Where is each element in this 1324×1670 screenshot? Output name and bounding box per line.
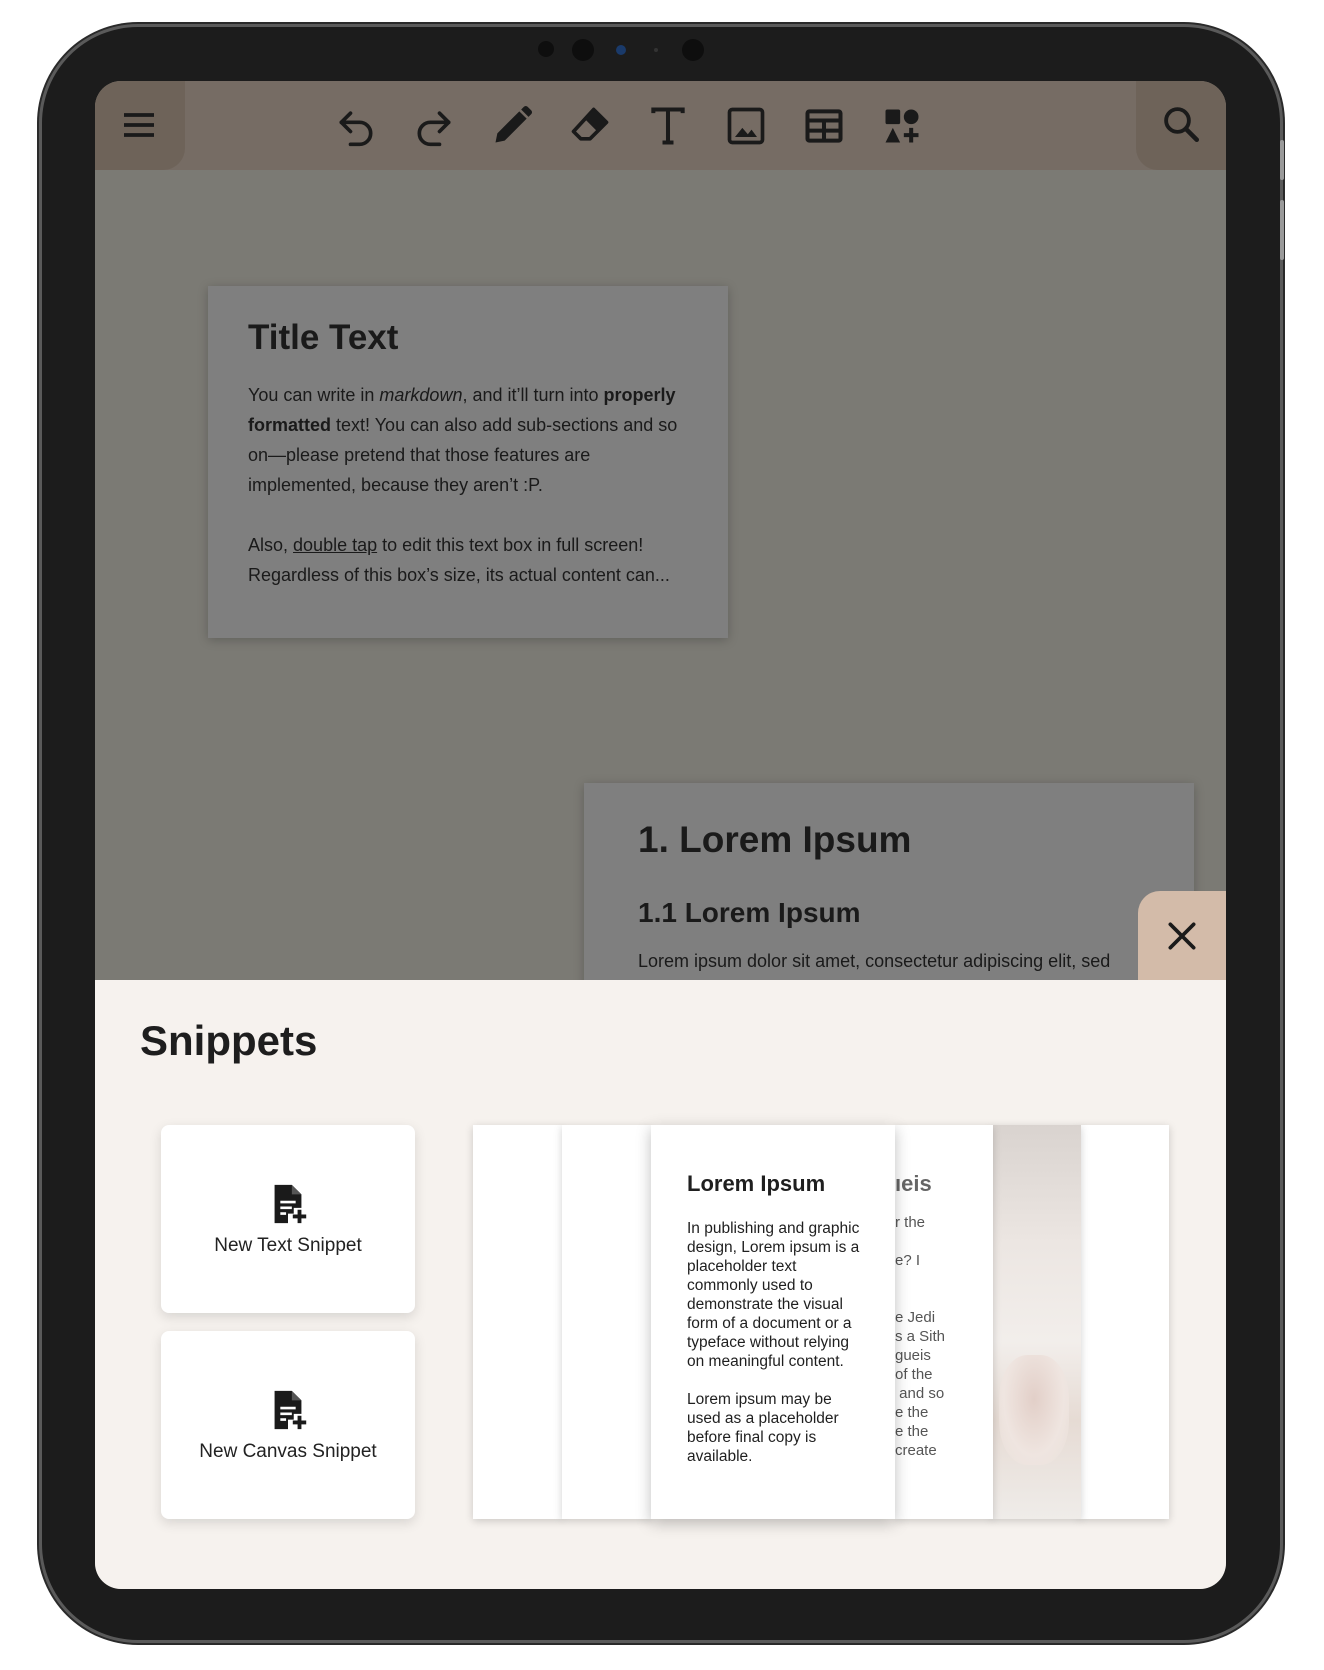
italic-text: markdown: [379, 385, 463, 405]
text-line: e Jedi: [895, 1309, 936, 1326]
image-tool-button[interactable]: [721, 101, 771, 151]
text-box-card[interactable]: Title Text You can write in markdown, an…: [208, 286, 728, 638]
snippets-panel: Snippets New Text Snippet New Canvas Sni…: [95, 980, 1226, 1589]
close-icon: [1168, 922, 1196, 949]
text-run: You can write in: [248, 385, 380, 405]
shapes-tool-button[interactable]: [877, 101, 927, 151]
new-canvas-snippet-button[interactable]: New Canvas Snippet: [161, 1331, 415, 1519]
search-icon: [1164, 107, 1200, 143]
text-line: [895, 1270, 945, 1289]
panel-title: Snippets: [140, 1017, 318, 1064]
snippet-card[interactable]: [1079, 1125, 1169, 1519]
new-document-icon: [274, 1390, 307, 1430]
new-text-snippet-button[interactable]: New Text Snippet: [161, 1125, 415, 1313]
snippet-card-selected[interactable]: Lorem Ipsum In publishing and graphic de…: [651, 1125, 895, 1519]
shapes-add-icon: [885, 109, 919, 143]
snippet-photo: [999, 1355, 1069, 1465]
text-icon: [651, 107, 685, 145]
app-screen: Title Text You can write in markdown, an…: [95, 81, 1226, 1589]
eraser-tool-button[interactable]: [565, 101, 615, 151]
snippet-card-title: Lorem Ipsum: [687, 1171, 826, 1196]
document-body: Lorem ipsum dolor sit amet, consectetur …: [638, 951, 1111, 971]
text-line: and so: [895, 1385, 945, 1402]
text-line: [895, 1232, 945, 1251]
text-line: of the: [895, 1366, 933, 1383]
new-canvas-snippet-label: New Canvas Snippet: [199, 1441, 377, 1462]
camera-lens: [616, 45, 626, 55]
underlined-text: double tap: [293, 535, 378, 555]
new-document-icon: [274, 1184, 307, 1224]
text-line: create: [895, 1442, 937, 1459]
undo-button[interactable]: [331, 101, 381, 151]
camera-sensor: [682, 39, 704, 61]
table-icon: [805, 109, 843, 143]
card-paragraph: Also, double tap to edit this text box i…: [248, 530, 688, 590]
camera-sensor: [572, 39, 594, 61]
close-snippets-button[interactable]: [1138, 891, 1226, 980]
snippet-card[interactable]: [562, 1125, 652, 1519]
redo-icon: [417, 111, 451, 147]
text-tool-button[interactable]: [643, 101, 693, 151]
hamburger-menu-icon: [124, 113, 154, 137]
text-line: e? I: [895, 1252, 921, 1269]
text-line: e the: [895, 1404, 929, 1421]
card-paragraph: You can write in markdown, and it’ll tur…: [248, 380, 688, 500]
eraser-icon: [571, 107, 609, 141]
camera-sensor: [654, 48, 658, 52]
snippet-card-text: r the e? I e Jedi s a Sith gueis of the …: [895, 1213, 945, 1460]
search-button[interactable]: [1136, 81, 1226, 170]
snippet-card-paragraph: In publishing and graphic design, Lorem …: [687, 1220, 860, 1370]
redo-button[interactable]: [409, 101, 459, 151]
text-run: Also,: [248, 535, 294, 555]
pen-icon: [495, 105, 533, 143]
volume-button: [1280, 140, 1284, 180]
document-heading: 1. Lorem Ipsum: [638, 819, 912, 860]
new-text-snippet-label: New Text Snippet: [214, 1235, 362, 1256]
card-title: Title Text: [248, 318, 399, 357]
text-line: [895, 1289, 945, 1308]
toolbar: [95, 81, 1226, 170]
volume-button: [1280, 200, 1284, 260]
document-card[interactable]: 1. Lorem Ipsum 1.1 Lorem Ipsum Lorem ips…: [584, 783, 1194, 1003]
camera-sensor: [538, 41, 554, 57]
menu-button[interactable]: [95, 81, 185, 170]
snippet-card-title: ıeis: [895, 1171, 932, 1196]
undo-icon: [339, 111, 373, 147]
image-snippet-card[interactable]: [991, 1125, 1081, 1519]
snippet-card[interactable]: ıeis r the e? I e Jedi s a Sith gueis of…: [895, 1125, 993, 1519]
snippet-card-paragraph: Lorem ipsum may be used as a placeholder…: [687, 1391, 839, 1465]
text-line: s a Sith: [895, 1328, 946, 1345]
snippet-card[interactable]: [473, 1125, 563, 1519]
text-line: gueis: [895, 1347, 931, 1364]
image-icon: [727, 107, 765, 145]
text-line: r the: [895, 1214, 926, 1231]
text-run: , and it’ll turn into: [462, 385, 604, 405]
document-subheading: 1.1 Lorem Ipsum: [638, 897, 861, 928]
pen-tool-button[interactable]: [487, 101, 537, 151]
text-line: e the: [895, 1423, 929, 1440]
table-tool-button[interactable]: [799, 101, 849, 151]
